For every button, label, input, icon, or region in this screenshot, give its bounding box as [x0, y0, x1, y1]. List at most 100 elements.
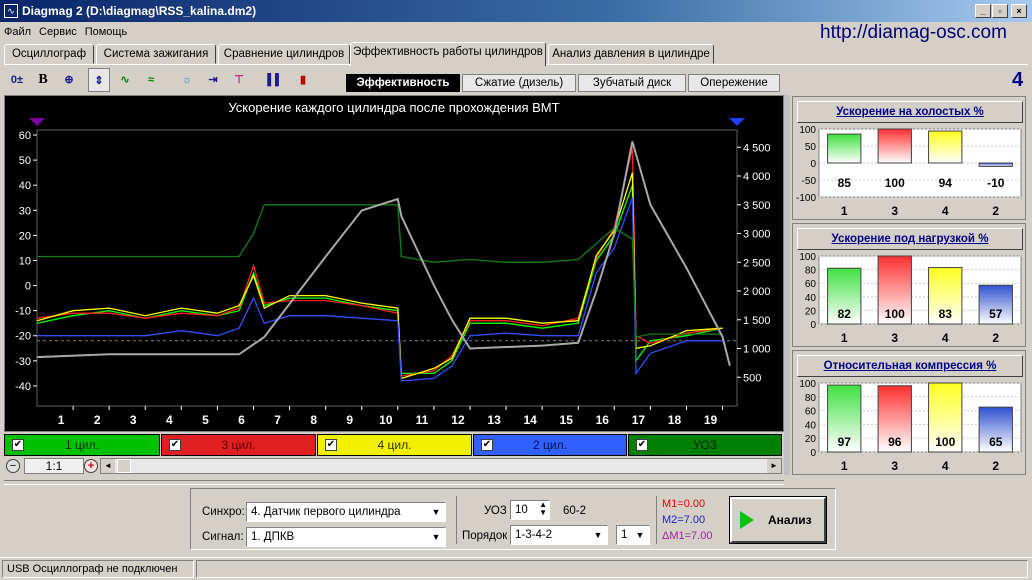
y-tick-label: 0 [810, 448, 816, 459]
zoom-in-button[interactable]: + [84, 459, 98, 473]
signal-value: 1. ДПКВ [251, 531, 295, 543]
x-tick-label: 19 [704, 413, 718, 427]
tab-cylinder-compare[interactable]: Сравнение цилиндров [218, 44, 350, 64]
channel-toggle[interactable]: ✔ 1 цил. [4, 434, 160, 456]
y-tick-label: 20 [805, 434, 817, 445]
cylinder-count: 4 [1012, 69, 1024, 91]
bottom-splitter[interactable] [4, 480, 784, 485]
cylinder-label: 4 [942, 459, 949, 473]
menu-file[interactable]: Файл [0, 23, 35, 41]
order-extra-select[interactable]: 1 ▼ [616, 525, 650, 545]
subtab-efficiency[interactable]: Эффективность [346, 74, 460, 92]
scroll-thumb[interactable] [117, 459, 131, 473]
splitter[interactable] [784, 95, 790, 475]
uoz-label: УОЗ [484, 505, 507, 517]
y-left-tick-label: 40 [19, 180, 31, 192]
chevron-down-icon: ▼ [593, 530, 603, 540]
subtab-advance[interactable]: Опережение [688, 74, 780, 92]
play-icon [740, 511, 754, 529]
bar-value-label: 65 [989, 435, 1003, 449]
panel-title[interactable]: Ускорение под нагрузкой % [797, 228, 1023, 250]
bar-panel: Ускорение на холостых % 100 50 0 -50 -100 85 1 1… [792, 96, 1026, 220]
zoom-out-button[interactable]: − [6, 459, 20, 473]
tab-pressure-analysis[interactable]: Анализ давления в цилиндре [548, 44, 714, 64]
x-tick-label: 7 [274, 413, 281, 427]
channel-label: 1 цил. [65, 438, 99, 452]
menu-help[interactable]: Помощь [81, 23, 132, 41]
menu-service[interactable]: Сервис [35, 23, 81, 41]
y-tick-label: 20 [805, 306, 817, 317]
y-tick-label: -50 [802, 176, 817, 187]
y-tick-label: 80 [805, 266, 817, 277]
close-button[interactable]: × [1011, 4, 1027, 18]
channel-toggle[interactable]: ✔ 2 цил. [473, 434, 627, 456]
y-tick-label: -100 [796, 193, 816, 204]
signal-label: Сигнал: [202, 531, 244, 543]
maximize-button[interactable]: ▫ [992, 4, 1008, 18]
bar-panel: Относительная компрессия % 100 80 60 40 20 0 97… [792, 350, 1026, 475]
x-tick-label: 11 [416, 413, 429, 427]
channel-label: УОЗ [693, 438, 717, 452]
bar-value-label: 100 [935, 435, 955, 449]
analyze-label: Анализ [768, 513, 812, 527]
y-tick-label: 0 [810, 159, 816, 170]
order-select[interactable]: 1-3-4-2 ▼ [510, 525, 608, 545]
chevron-down-icon: ▼ [431, 532, 441, 542]
sync-select[interactable]: 4. Датчик первого цилиндра ▼ [246, 502, 446, 522]
x-tick-label: 16 [596, 413, 610, 427]
rpm-icon[interactable]: ⊕ [58, 68, 80, 92]
cylinder-order-icon[interactable]: ⇥ [202, 68, 224, 92]
scroll-right-icon[interactable]: ► [767, 459, 781, 473]
series-line [36, 147, 723, 377]
tab-oscilloscope[interactable]: Осциллограф [4, 44, 94, 64]
channel-toggle[interactable]: ✔ 3 цил. [161, 434, 316, 456]
sync-label: Синхро: [202, 506, 245, 518]
separator [656, 496, 657, 544]
cursor-icon[interactable]: ⇕ [88, 68, 110, 92]
y-right-tick-label: 4 000 [743, 171, 771, 183]
bold-icon[interactable]: B [32, 68, 54, 92]
marker-m1-icon[interactable] [29, 118, 45, 126]
bar [877, 128, 912, 164]
channel-toggle[interactable]: ✔ 4 цил. [317, 434, 472, 456]
panel-title[interactable]: Относительная компрессия % [797, 355, 1023, 377]
cylinder-label: 4 [942, 204, 949, 218]
ignition-icon[interactable]: ☼ [176, 68, 198, 92]
line-graph-icon[interactable]: ∿ [114, 68, 136, 92]
vvti-icon[interactable]: ≈ [140, 68, 162, 92]
horizontal-scrollbar[interactable]: ◄ ► [100, 458, 782, 474]
channel-label: 2 цил. [533, 438, 567, 452]
channel-toggle[interactable]: ✔ УОЗ [628, 434, 782, 456]
chevron-down-icon: ▼ [635, 530, 645, 540]
stepper-arrows-icon[interactable]: ▲ ▼ [539, 501, 547, 517]
x-tick-label: 9 [346, 413, 353, 427]
bar-chart-icon[interactable]: ▌▌ [264, 68, 286, 92]
bar-value-label: 83 [939, 307, 953, 321]
cylinder-label: 3 [891, 459, 898, 473]
uoz-stepper[interactable]: 10 ▲ ▼ [510, 500, 550, 520]
tdc-icon[interactable]: ▮ [292, 68, 314, 92]
x-tick-label: 13 [487, 413, 501, 427]
scroll-left-icon[interactable]: ◄ [101, 459, 115, 473]
tab-ignition[interactable]: Система зажигания [96, 44, 216, 64]
panel-title[interactable]: Ускорение на холостых % [797, 101, 1023, 123]
analyze-button[interactable]: Анализ [729, 496, 827, 544]
y-right-tick-label: 2 500 [743, 257, 771, 269]
signal-select[interactable]: 1. ДПКВ ▼ [246, 527, 446, 547]
minimize-button[interactable]: _ [975, 4, 991, 18]
cylinder-label: 1 [841, 204, 848, 218]
marker-m2-icon[interactable] [729, 118, 745, 126]
zoom-scroll-row: − 1:1 + ◄ ► [4, 458, 782, 474]
y-right-tick-label: 1 000 [743, 344, 771, 356]
y-tick-label: 60 [805, 407, 817, 418]
filter-icon[interactable]: ⊤ [228, 68, 250, 92]
zoom-vertical-icon[interactable]: 0± [6, 68, 28, 92]
main-chart[interactable]: Ускорение каждого цилиндра после прохожд… [4, 95, 784, 432]
status-cell [196, 560, 1028, 578]
uoz-value: 10 [515, 504, 528, 516]
subtab-compression[interactable]: Сжатие (дизель) [462, 74, 576, 92]
tab-cylinder-efficiency[interactable]: Эффективность работы цилиндров [350, 42, 546, 66]
chevron-down-icon: ▼ [431, 507, 441, 517]
subtab-toothed-disk[interactable]: Зубчатый диск [578, 74, 686, 92]
website-url[interactable]: http://diamag-osc.com [820, 22, 1007, 44]
